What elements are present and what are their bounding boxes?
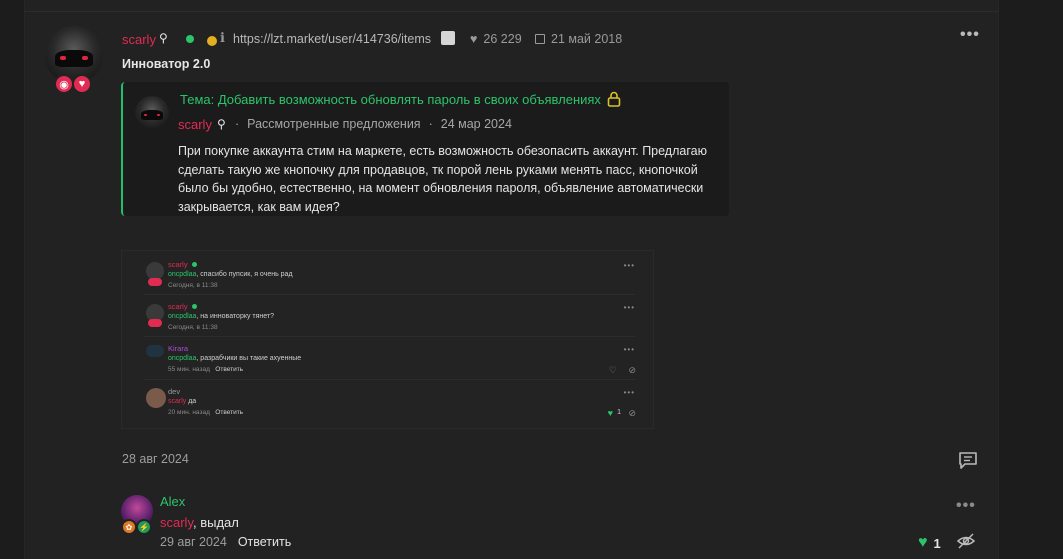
mini-author: Kirara <box>168 344 189 353</box>
quote-meta: · Рассмотренные предложения · 24 мар 202… <box>235 117 512 131</box>
mini-message: oncpdlaa, спасибо пупсик, я очень рад <box>168 271 293 278</box>
mini-message: oncpdlaa, на инноваторку тянет? <box>168 313 275 320</box>
mini-like-icon: ♥ <box>607 408 613 418</box>
mini-like-count: 1 <box>617 409 621 416</box>
mini-online-icon <box>192 262 197 267</box>
reply-author[interactable]: Alex <box>160 494 185 509</box>
register-date-text: 21 май 2018 <box>551 32 623 46</box>
mini-avatar <box>146 388 166 408</box>
hide-eye-icon[interactable] <box>957 533 975 549</box>
quote-title[interactable]: Тема: Добавить возможность обновлять пар… <box>180 92 601 107</box>
likes-counter: ♥ 26 229 <box>470 32 522 46</box>
mini-heart-icon <box>148 278 162 286</box>
heart-badge-icon: ♥ <box>72 74 92 94</box>
mini-avatar <box>146 345 164 357</box>
mini-like-icon: ♡ <box>608 365 617 375</box>
register-date: 21 май 2018 <box>535 32 622 46</box>
quote-author[interactable]: scarly <box>178 117 212 132</box>
post-menu-button[interactable]: ••• <box>960 26 980 44</box>
mini-menu-icon: ••• <box>623 388 635 397</box>
reply-mention[interactable]: scarly <box>160 515 193 530</box>
mini-message: oncpdlaa, разрабчики вы такие ахуенные <box>168 355 302 362</box>
mini-time: 55 мин. назад Ответить <box>168 366 244 373</box>
comment-icon[interactable] <box>958 451 978 469</box>
like-count: 1 <box>933 535 941 551</box>
mini-divider <box>144 336 635 337</box>
author-avatar[interactable] <box>45 26 103 84</box>
steam-icon: ⚲ <box>217 117 226 131</box>
calendar-icon <box>535 34 545 44</box>
reply-meta: 29 авг 2024 Ответить <box>160 535 291 549</box>
mini-hide-icon: ⊘ <box>628 408 636 418</box>
lock-icon <box>607 91 621 107</box>
meta-separator: · <box>428 117 433 131</box>
meta-separator: · <box>235 117 240 131</box>
steam-badge-icon: ◉ <box>54 74 74 94</box>
quote-section[interactable]: Рассмотренные предложения <box>247 117 420 131</box>
reply-button[interactable]: Ответить <box>238 535 291 549</box>
mini-time: 20 мин. назад Ответить <box>168 409 244 416</box>
reply-date: 29 авг 2024 <box>160 535 227 549</box>
mini-author: scarly <box>168 302 188 311</box>
mini-author: scarly <box>168 260 188 269</box>
quote-date: 24 мар 2024 <box>440 117 512 131</box>
attached-screenshot[interactable]: scarly oncpdlaa, спасибо пупсик, я очень… <box>121 250 654 429</box>
mini-divider <box>144 379 635 380</box>
post-date: 28 авг 2024 <box>122 452 189 466</box>
steam-icon: ⚲ <box>159 31 168 45</box>
quoted-thread[interactable]: Тема: Добавить возможность обновлять пар… <box>121 82 729 216</box>
reply-message: scarly, выдал <box>160 515 239 530</box>
online-status-icon <box>186 35 194 43</box>
profile-link[interactable]: https://lzt.market/user/414736/items <box>233 32 431 46</box>
reply-badge-icon: ✿ <box>121 519 137 535</box>
mini-heart-icon <box>148 319 162 327</box>
mini-author: dev <box>168 387 181 396</box>
quote-avatar <box>135 96 169 130</box>
reply-bolt-icon: ⚡ <box>136 519 152 535</box>
post-author-name[interactable]: scarly <box>122 32 156 47</box>
mini-message: scarly да <box>168 398 197 405</box>
mini-divider <box>144 294 635 295</box>
mini-hide-icon: ⊘ <box>628 365 636 375</box>
mini-time: Сегодня, в 11:38 <box>168 282 218 289</box>
mini-menu-icon: ••• <box>623 345 635 354</box>
quote-body: При покупке аккаунта стим на маркете, ес… <box>178 144 707 214</box>
likes-count: 26 229 <box>483 32 522 46</box>
emoji-icon <box>207 36 217 46</box>
link-icon: ℹ <box>220 30 225 45</box>
user-title: Инноватор 2.0 <box>122 57 211 71</box>
mini-menu-icon: ••• <box>623 303 635 312</box>
reply-menu-button[interactable]: ••• <box>956 497 976 515</box>
heart-icon: ♥ <box>918 534 928 551</box>
heart-icon: ♥ <box>470 32 478 46</box>
divider <box>24 11 999 12</box>
mini-online-icon <box>192 304 197 309</box>
mini-menu-icon: ••• <box>623 261 635 270</box>
like-button[interactable]: ♥ 1 <box>918 534 941 552</box>
mini-time: Сегодня, в 11:38 <box>168 324 218 331</box>
market-icon <box>441 31 455 45</box>
